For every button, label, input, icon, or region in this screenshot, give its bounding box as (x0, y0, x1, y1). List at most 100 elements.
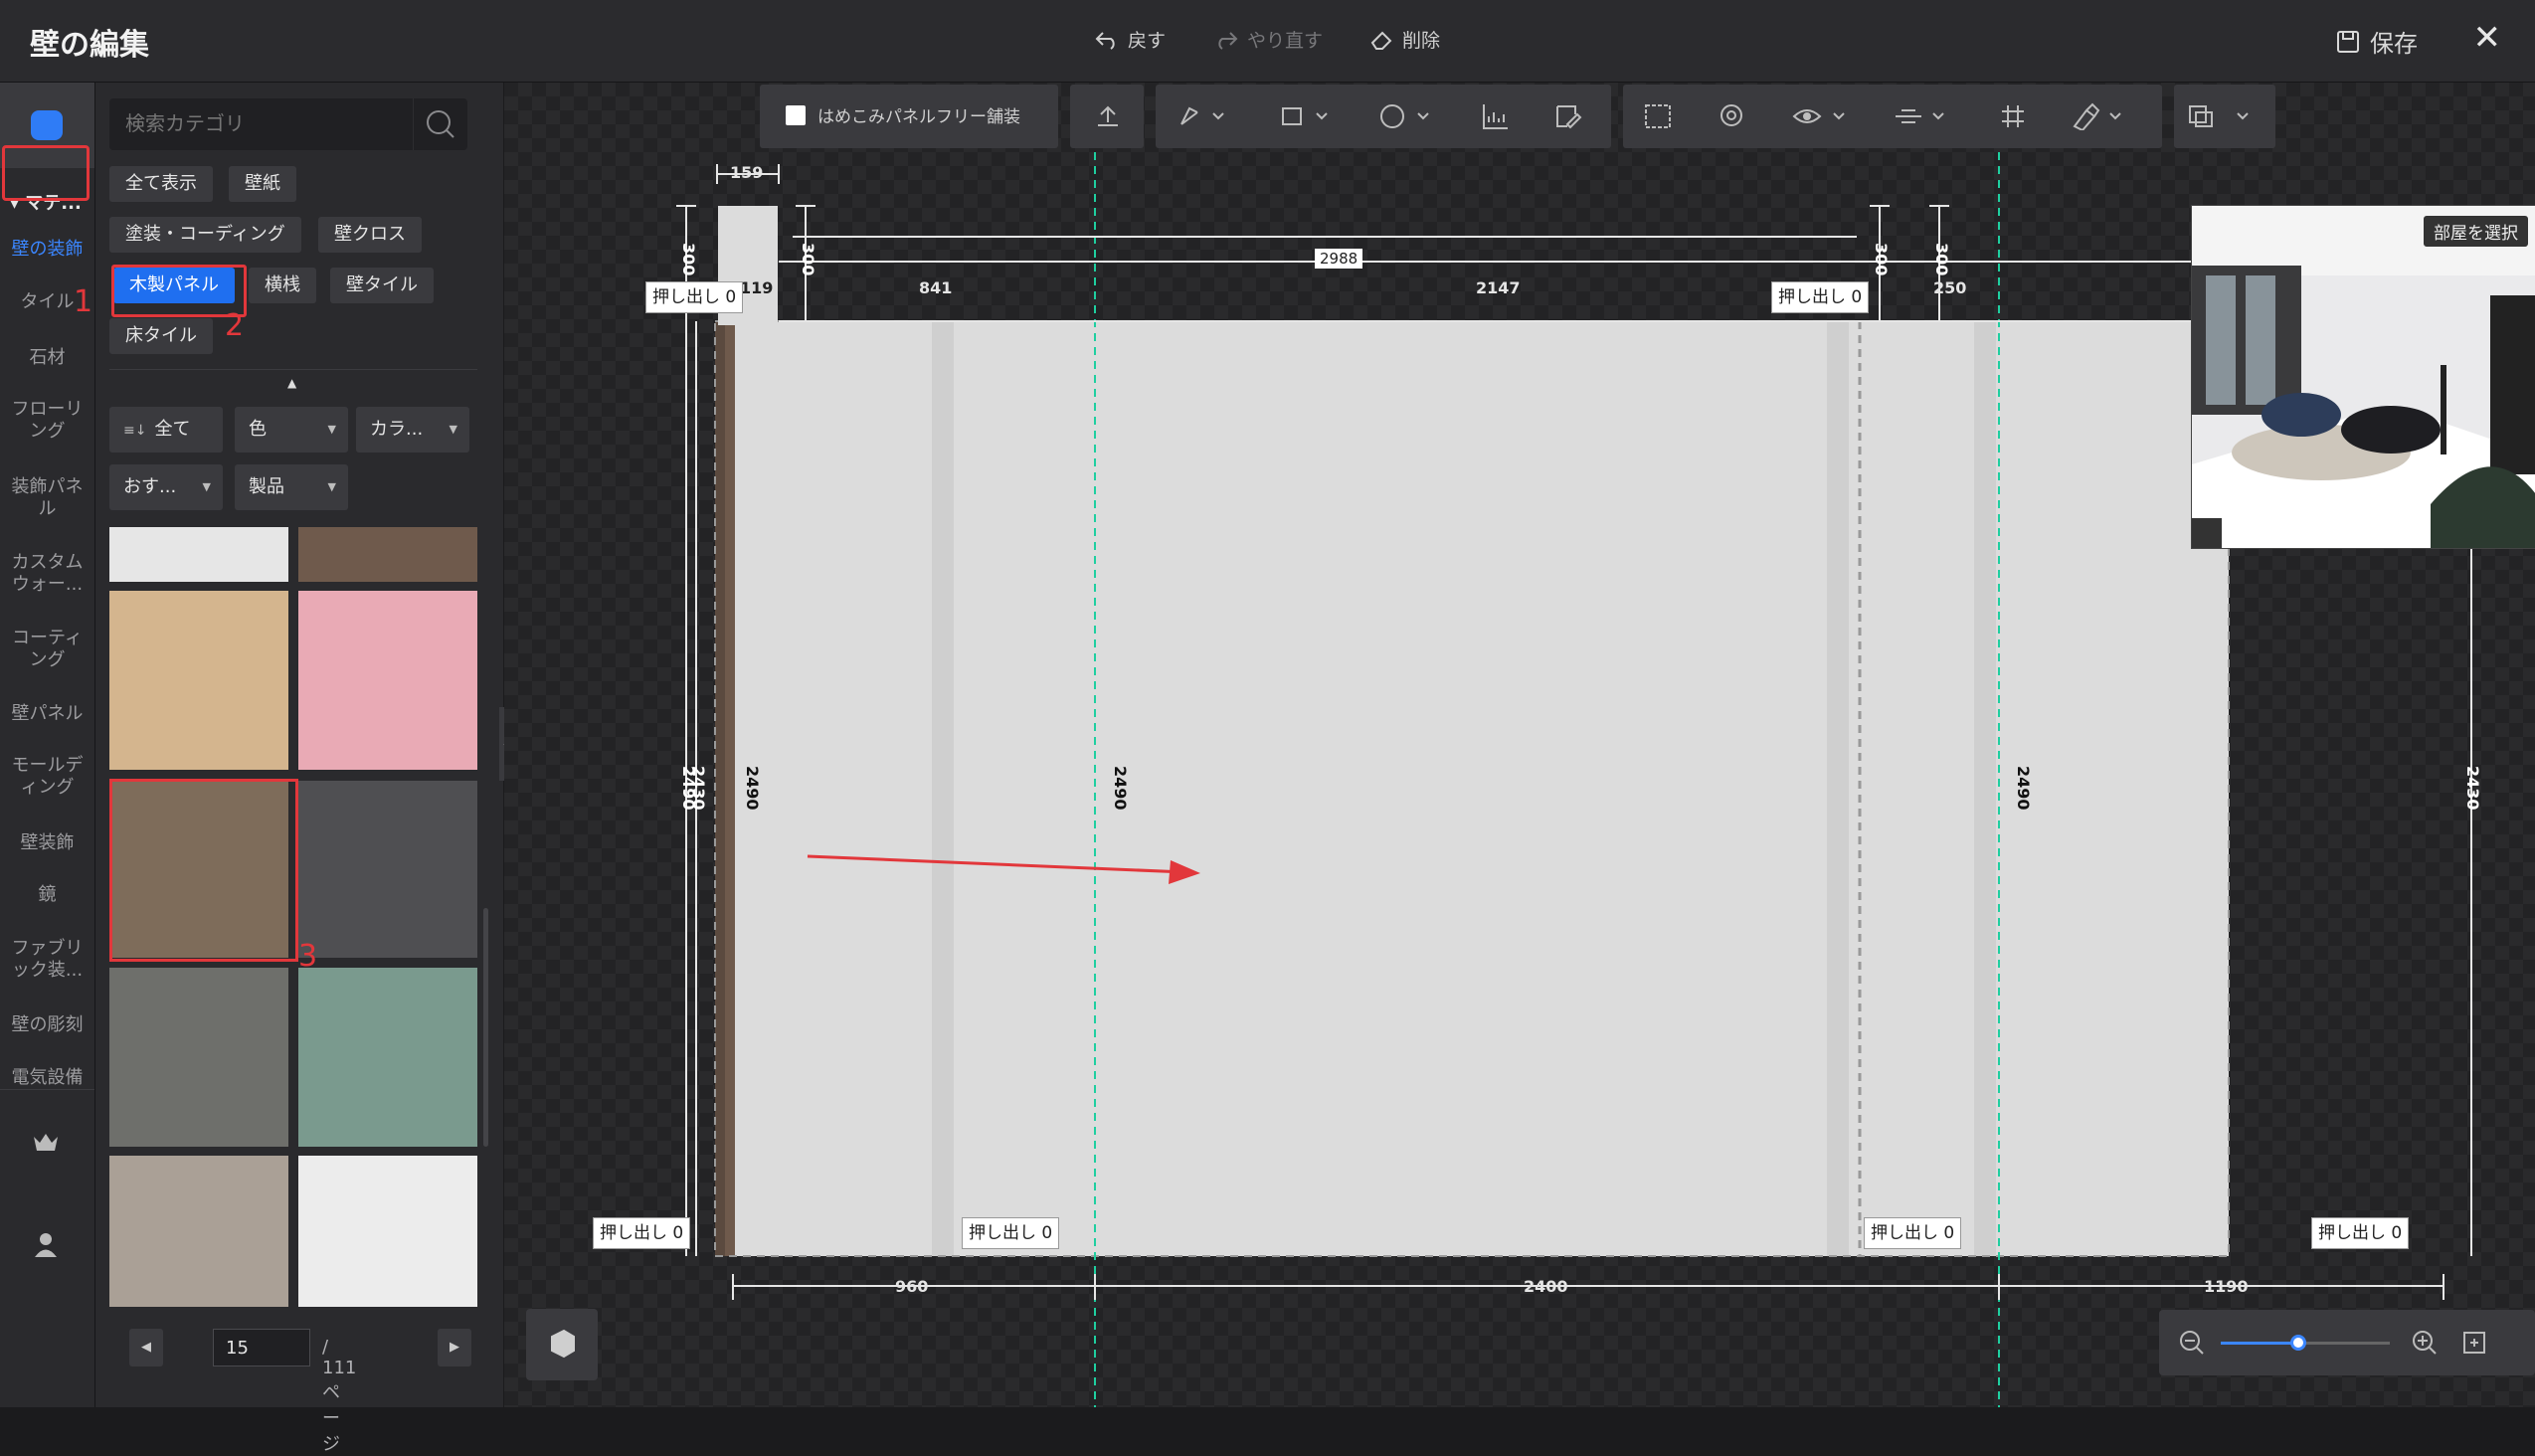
chip-wall-cloth[interactable]: 壁クロス (318, 217, 422, 253)
dim-bottom-960: 960 (895, 1277, 929, 1296)
dim-height-300: 300 (679, 243, 698, 276)
close-icon[interactable]: ✕ (2473, 18, 2502, 58)
rail-item-mirror[interactable]: 鏡 (0, 884, 94, 906)
chip-wallpaper[interactable]: 壁紙 (229, 166, 296, 202)
window-title: 壁の編集 (30, 28, 149, 63)
push-out-label[interactable]: 押し出し 0 (645, 281, 744, 313)
prev-page-button[interactable]: ◀ (129, 1329, 163, 1366)
rail-item-wall-ornament[interactable]: 壁装飾 (0, 832, 94, 854)
push-out-label[interactable]: 押し出し 0 (593, 1217, 691, 1249)
dim-height-300: 300 (1932, 243, 1951, 276)
push-out-label[interactable]: 押し出し 0 (2311, 1217, 2410, 1249)
panel-seam (1974, 321, 1996, 1256)
step-label-2: 2 (225, 308, 245, 343)
redo-button[interactable]: やり直す (1213, 26, 1323, 53)
filter-color2-label: カラ... (370, 419, 424, 440)
dim-top-2147: 2147 (1476, 278, 1521, 297)
material-swatch[interactable] (298, 781, 477, 958)
material-swatch[interactable] (298, 1156, 477, 1307)
zoom-in-icon[interactable] (2412, 1330, 2438, 1356)
rail-item-custom-wall[interactable]: カスタムウォー... (0, 552, 94, 596)
material-swatch[interactable] (109, 1156, 288, 1307)
push-out-label[interactable]: 押し出し 0 (1864, 1217, 1962, 1249)
step-label-3: 3 (298, 939, 318, 974)
material-swatch[interactable] (109, 527, 288, 582)
chip-all[interactable]: 全て表示 (109, 166, 213, 202)
material-swatch[interactable] (109, 968, 288, 1147)
filter-recommend-label: おす... (123, 476, 177, 497)
dim-top-841: 841 (919, 278, 953, 297)
dim-height-300: 300 (1872, 243, 1891, 276)
rail-item-wall-decor[interactable]: 壁の装飾 (0, 239, 94, 261)
save-label: 保存 (2370, 30, 2418, 58)
sort-icon: ≡↓ (123, 423, 147, 439)
rail-item-deco-panel[interactable]: 装飾パネル (0, 476, 94, 520)
rail-item-molding[interactable]: モールディング (0, 755, 94, 799)
user-icon[interactable] (34, 1232, 58, 1262)
view-3d-button[interactable] (526, 1309, 598, 1380)
save-button[interactable]: 保存 (2336, 24, 2418, 59)
filter-color-dropdown[interactable]: 色 ▼ (235, 407, 348, 453)
dim-panel-height-a: 2490 (743, 766, 762, 811)
search-input[interactable] (123, 110, 426, 136)
chip-horizontal-slat[interactable]: 横桟 (249, 268, 316, 303)
rail-item-fabric[interactable]: ファブリック装... (0, 938, 94, 982)
rail-item-flooring[interactable]: フローリング (0, 399, 94, 443)
rail-item-wall-panel[interactable]: 壁パネル (0, 703, 94, 725)
caret-down-icon: ▼ (202, 480, 211, 493)
undo-icon (1095, 31, 1115, 50)
zoom-fill (2221, 1342, 2298, 1345)
dim-top-119: 119 (740, 278, 774, 297)
rail-item-electric[interactable]: 電気設備 (0, 1067, 94, 1089)
applied-wood-edge (715, 321, 725, 1256)
dim-left-2430: 2430 (689, 766, 708, 811)
category-rail: ▾ マテ... 壁の装飾 タイル 石材 フローリング 装飾パネル カスタムウォー… (0, 83, 95, 1407)
chip-floor-tile[interactable]: 床タイル (109, 318, 213, 354)
chip-paint-coating[interactable]: 塗装・コーディング (109, 217, 301, 253)
rail-divider (0, 1089, 94, 1090)
search-box (109, 98, 467, 150)
select-room-button[interactable]: 部屋を選択 (2424, 216, 2528, 247)
collapse-up-icon[interactable]: ▲ (287, 376, 296, 390)
caret-down-icon: ▼ (327, 480, 336, 493)
delete-button[interactable]: 削除 (1368, 26, 1440, 53)
undo-button[interactable]: 戻す (1094, 26, 1166, 53)
filter-product-label: 製品 (249, 476, 284, 497)
next-page-button[interactable]: ▶ (438, 1329, 471, 1366)
filter-recommend-dropdown[interactable]: おす... ▼ (109, 464, 223, 510)
highlight-box-step1 (2, 145, 90, 201)
crown-icon[interactable] (32, 1131, 60, 1159)
dim-top-250: 250 (1933, 278, 1967, 297)
zoom-out-icon[interactable] (2179, 1330, 2205, 1356)
push-out-label[interactable]: 押し出し 0 (962, 1217, 1060, 1249)
material-swatch[interactable] (298, 968, 477, 1147)
filter-color-label: 色 (249, 419, 267, 440)
room-preview[interactable]: 部屋を選択 (2191, 205, 2535, 549)
filter-all-dropdown[interactable]: ≡↓ 全て (109, 407, 223, 453)
dim-top-159: 159 (730, 163, 764, 182)
dim-panel-height-b: 2490 (1111, 766, 1130, 811)
zoom-slider-thumb[interactable] (2290, 1335, 2306, 1351)
fit-view-icon[interactable] (2461, 1330, 2487, 1356)
rail-item-wall-carving[interactable]: 壁の彫刻 (0, 1014, 94, 1036)
resize-handle-icon[interactable] (2192, 518, 2222, 548)
rail-item-stone[interactable]: 石材 (0, 347, 94, 369)
panel-seam (932, 321, 954, 1256)
push-out-label[interactable]: 押し出し 0 (1771, 281, 1870, 313)
rail-item-coating[interactable]: コーティング (0, 628, 94, 671)
material-swatch[interactable] (298, 527, 477, 582)
filter-product-dropdown[interactable]: 製品 ▼ (235, 464, 348, 510)
filter-color2-dropdown[interactable]: カラ... ▼ (356, 407, 469, 453)
undo-label: 戻す (1128, 30, 1167, 52)
material-icon (31, 110, 63, 140)
scrollbar[interactable] (483, 908, 488, 1147)
highlight-box-step3 (109, 779, 298, 962)
step-label-1: 1 (74, 284, 93, 319)
dim-top-2988: 2988 (1315, 249, 1363, 269)
search-icon[interactable] (413, 98, 467, 150)
material-swatch[interactable] (298, 591, 477, 770)
material-swatch[interactable] (109, 591, 288, 770)
chip-wall-tile[interactable]: 壁タイル (330, 268, 434, 303)
page-number-input[interactable] (213, 1329, 310, 1366)
dim-right-2430: 2430 (2463, 766, 2482, 811)
